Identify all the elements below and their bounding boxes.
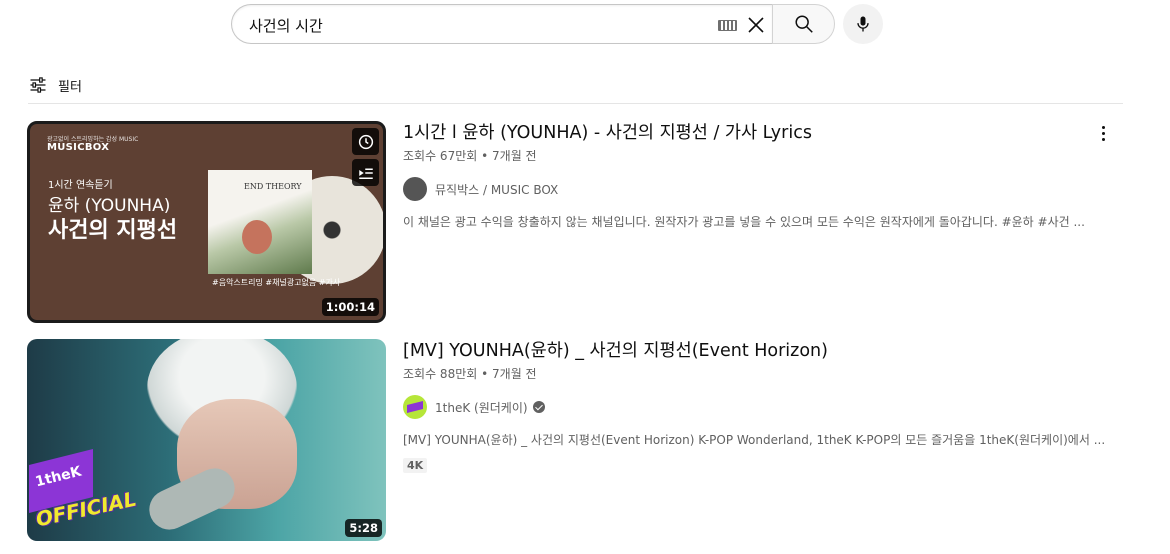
voice-search-button[interactable] bbox=[843, 4, 883, 44]
filter-label: 필터 bbox=[58, 79, 82, 95]
search-input[interactable] bbox=[249, 14, 709, 36]
clear-icon[interactable] bbox=[744, 13, 768, 37]
video-duration: 1:00:14 bbox=[321, 298, 379, 316]
search-box bbox=[231, 4, 772, 44]
search-bar bbox=[231, 4, 835, 44]
avatar-logo-shape bbox=[407, 401, 423, 413]
view-count: 조회수 88만회 bbox=[403, 367, 478, 381]
video-title[interactable]: 1시간 l 윤하 (YOUNHA) - 사건의 지평선 / 가사 Lyrics bbox=[403, 121, 1103, 145]
video-metadata: 조회수 67만회 • 7개월 전 bbox=[403, 147, 1103, 165]
channel-avatar[interactable] bbox=[403, 177, 427, 201]
video-info: [MV] YOUNHA(윤하) _ 사건의 지평선(Event Horizon)… bbox=[403, 339, 1106, 473]
clock-icon bbox=[358, 134, 373, 149]
add-to-queue-button[interactable] bbox=[352, 159, 379, 186]
channel-name[interactable]: 1theK (원더케이) bbox=[435, 399, 528, 416]
video-result[interactable]: 광고없이 스트리밍하는 감성 MUSIC MUSICBOX 1시간 연속듣기 윤… bbox=[27, 121, 1127, 323]
upload-age: 7개월 전 bbox=[492, 149, 537, 163]
dot bbox=[1101, 137, 1105, 141]
view-count: 조회수 67만회 bbox=[403, 149, 478, 163]
video-thumbnail[interactable]: 광고없이 스트리밍하는 감성 MUSIC MUSICBOX 1시간 연속듣기 윤… bbox=[27, 121, 386, 323]
video-description: [MV] YOUNHA(윤하) _ 사건의 지평선(Event Horizon)… bbox=[403, 433, 1106, 447]
search-icon bbox=[794, 15, 813, 33]
thumbnail-line3: 사건의 지평선 bbox=[48, 218, 178, 243]
video-info: 1시간 l 윤하 (YOUNHA) - 사건의 지평선 / 가사 Lyrics … bbox=[403, 121, 1103, 230]
video-title[interactable]: [MV] YOUNHA(윤하) _ 사건의 지평선(Event Horizon) bbox=[403, 339, 1103, 363]
channel-link[interactable]: 1theK (원더케이) bbox=[403, 395, 1103, 419]
meta-separator: • bbox=[481, 367, 489, 381]
video-thumbnail[interactable]: 1theK OFFICIAL 5:28 bbox=[27, 339, 386, 541]
filter-button[interactable]: 필터 bbox=[28, 73, 82, 97]
microphone-icon bbox=[857, 16, 869, 32]
album-art-portrait bbox=[242, 220, 272, 254]
queue-icon bbox=[358, 168, 373, 179]
channel-link[interactable]: 뮤직박스 / MUSIC BOX bbox=[403, 177, 1103, 201]
dot bbox=[1101, 125, 1105, 129]
verified-icon bbox=[532, 401, 545, 413]
dot bbox=[1101, 131, 1105, 135]
thumbnail-brand: MUSICBOX bbox=[47, 142, 110, 153]
meta-separator: • bbox=[481, 149, 489, 163]
quality-badge: 4K bbox=[403, 458, 428, 473]
video-metadata: 조회수 88만회 • 7개월 전 bbox=[403, 365, 1103, 383]
album-cover: END THEORY bbox=[208, 170, 312, 274]
channel-name[interactable]: 뮤직박스 / MUSIC BOX bbox=[435, 181, 558, 198]
video-duration: 5:28 bbox=[345, 519, 382, 537]
thumbnail-tags: #음악스트리밍 #채널광고없음 #가사 bbox=[212, 278, 341, 287]
search-button[interactable] bbox=[772, 4, 835, 44]
video-result[interactable]: 1theK OFFICIAL 5:28 [MV] YOUNHA(윤하) _ 사건… bbox=[27, 339, 1127, 541]
divider bbox=[28, 103, 1123, 104]
video-description: 이 채널은 광고 수익을 창출하지 않는 채널입니다. 원작자가 광고를 넣을 … bbox=[403, 215, 1085, 229]
channel-avatar[interactable] bbox=[403, 395, 427, 419]
more-actions-button[interactable] bbox=[1098, 121, 1108, 145]
keyboard-icon[interactable] bbox=[718, 20, 737, 31]
filter-icon bbox=[30, 77, 46, 93]
watch-later-button[interactable] bbox=[352, 128, 379, 155]
upload-age: 7개월 전 bbox=[492, 367, 537, 381]
album-title: END THEORY bbox=[244, 182, 302, 191]
thumbnail-line1: 1시간 연속듣기 bbox=[48, 180, 113, 191]
